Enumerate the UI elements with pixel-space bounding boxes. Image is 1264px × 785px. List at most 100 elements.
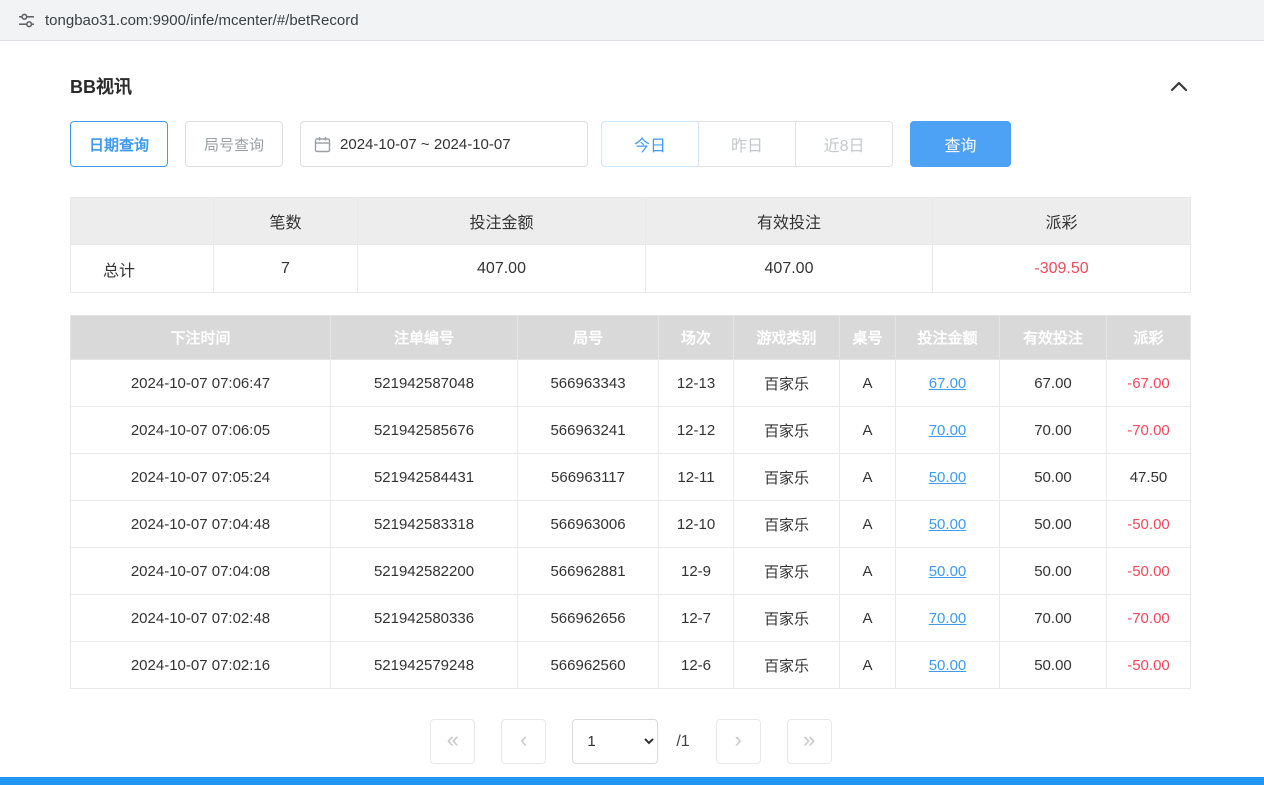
search-button[interactable]: 查询 xyxy=(910,121,1011,167)
page-title: BB视讯 xyxy=(70,73,132,99)
next-page-button[interactable]: › xyxy=(716,719,761,764)
round-id: 566963241 xyxy=(518,407,659,454)
bet-amount-link[interactable]: 50.00 xyxy=(929,657,967,674)
summary-header-count: 笔数 xyxy=(214,198,358,245)
payout: -50.00 xyxy=(1107,501,1191,548)
session: 12-6 xyxy=(659,642,734,689)
table-no: A xyxy=(840,454,896,501)
date-query-tab[interactable]: 日期查询 xyxy=(70,121,168,167)
yesterday-button[interactable]: 昨日 xyxy=(698,121,796,167)
header-payout: 派彩 xyxy=(1107,316,1191,360)
bet-amount-link[interactable]: 70.00 xyxy=(929,422,967,439)
header-order-id: 注单编号 xyxy=(331,316,518,360)
last-8-days-button[interactable]: 近8日 xyxy=(795,121,893,167)
browser-address-bar[interactable]: tongbao31.com:9900/infe/mcenter/#/betRec… xyxy=(0,0,1264,41)
table-no: A xyxy=(840,407,896,454)
round-id: 566962560 xyxy=(518,642,659,689)
session: 12-12 xyxy=(659,407,734,454)
valid-bet: 50.00 xyxy=(1000,454,1107,501)
valid-bet: 70.00 xyxy=(1000,595,1107,642)
filter-bar: 日期查询 局号查询 2024-10-07 ~ 2024-10-07 今日 昨日 … xyxy=(70,121,1192,167)
game-type: 百家乐 xyxy=(734,360,840,407)
table-no: A xyxy=(840,360,896,407)
bet-amount-cell: 70.00 xyxy=(896,407,1000,454)
quick-date-group: 今日 昨日 近8日 xyxy=(601,121,893,167)
valid-bet: 50.00 xyxy=(1000,501,1107,548)
order-id: 521942584431 xyxy=(331,454,518,501)
session: 12-9 xyxy=(659,548,734,595)
bet-time: 2024-10-07 07:06:47 xyxy=(71,360,331,407)
prev-page-button[interactable]: ‹ xyxy=(501,719,546,764)
bet-amount-link[interactable]: 50.00 xyxy=(929,563,967,580)
header-bet-amount: 投注金额 xyxy=(896,316,1000,360)
bet-amount-cell: 50.00 xyxy=(896,454,1000,501)
table-row: 2024-10-07 07:06:47 521942587048 5669633… xyxy=(71,360,1191,407)
summary-bet-amount: 407.00 xyxy=(358,245,646,293)
valid-bet: 67.00 xyxy=(1000,360,1107,407)
bet-amount-link[interactable]: 70.00 xyxy=(929,610,967,627)
calendar-icon xyxy=(314,136,331,153)
panel-header: BB视讯 xyxy=(70,73,1192,99)
url-text[interactable]: tongbao31.com:9900/infe/mcenter/#/betRec… xyxy=(45,12,359,29)
first-page-button[interactable]: « xyxy=(430,719,475,764)
round-id: 566963117 xyxy=(518,454,659,501)
game-type: 百家乐 xyxy=(734,501,840,548)
page-total-label: /1 xyxy=(676,733,689,751)
table-row: 2024-10-07 07:04:08 521942582200 5669628… xyxy=(71,548,1191,595)
bet-amount-link[interactable]: 50.00 xyxy=(929,469,967,486)
summary-table: 笔数 投注金额 有效投注 派彩 总计 7 407.00 407.00 -309.… xyxy=(70,197,1191,293)
valid-bet: 50.00 xyxy=(1000,548,1107,595)
table-no: A xyxy=(840,548,896,595)
order-id: 521942582200 xyxy=(331,548,518,595)
bet-time: 2024-10-07 07:06:05 xyxy=(71,407,331,454)
bet-amount-cell: 50.00 xyxy=(896,548,1000,595)
page-select[interactable]: 1 xyxy=(572,719,658,764)
date-range-picker[interactable]: 2024-10-07 ~ 2024-10-07 xyxy=(300,121,588,167)
last-page-button[interactable]: » xyxy=(787,719,832,764)
payout: -50.00 xyxy=(1107,548,1191,595)
table-no: A xyxy=(840,501,896,548)
summary-header-blank xyxy=(71,198,214,245)
header-game-type: 游戏类别 xyxy=(734,316,840,360)
valid-bet: 70.00 xyxy=(1000,407,1107,454)
valid-bet: 50.00 xyxy=(1000,642,1107,689)
table-row: 2024-10-07 07:02:16 521942579248 5669625… xyxy=(71,642,1191,689)
bet-time: 2024-10-07 07:05:24 xyxy=(71,454,331,501)
summary-header-row: 笔数 投注金额 有效投注 派彩 xyxy=(71,198,1191,245)
bet-time: 2024-10-07 07:04:08 xyxy=(71,548,331,595)
table-row: 2024-10-07 07:02:48 521942580336 5669626… xyxy=(71,595,1191,642)
header-session: 场次 xyxy=(659,316,734,360)
bet-amount-link[interactable]: 67.00 xyxy=(929,375,967,392)
today-button[interactable]: 今日 xyxy=(601,121,699,167)
session: 12-7 xyxy=(659,595,734,642)
summary-total-row: 总计 7 407.00 407.00 -309.50 xyxy=(71,245,1191,293)
payout: -70.00 xyxy=(1107,407,1191,454)
collapse-chevron-up-icon[interactable] xyxy=(1166,76,1192,96)
bet-time: 2024-10-07 07:04:48 xyxy=(71,501,331,548)
table-header-row: 下注时间 注单编号 局号 场次 游戏类别 桌号 投注金额 有效投注 派彩 xyxy=(71,316,1191,360)
bet-amount-cell: 70.00 xyxy=(896,595,1000,642)
header-valid-bet: 有效投注 xyxy=(1000,316,1107,360)
game-type: 百家乐 xyxy=(734,548,840,595)
summary-count: 7 xyxy=(214,245,358,293)
game-type: 百家乐 xyxy=(734,454,840,501)
table-row: 2024-10-07 07:04:48 521942583318 5669630… xyxy=(71,501,1191,548)
payout: -70.00 xyxy=(1107,595,1191,642)
game-type: 百家乐 xyxy=(734,642,840,689)
session: 12-11 xyxy=(659,454,734,501)
header-bet-time: 下注时间 xyxy=(71,316,331,360)
payout: 47.50 xyxy=(1107,454,1191,501)
game-type: 百家乐 xyxy=(734,407,840,454)
bet-amount-link[interactable]: 50.00 xyxy=(929,516,967,533)
order-id: 521942587048 xyxy=(331,360,518,407)
bet-amount-cell: 50.00 xyxy=(896,501,1000,548)
order-id: 521942580336 xyxy=(331,595,518,642)
date-range-value: 2024-10-07 ~ 2024-10-07 xyxy=(340,136,511,153)
round-query-tab[interactable]: 局号查询 xyxy=(185,121,283,167)
bet-time: 2024-10-07 07:02:16 xyxy=(71,642,331,689)
site-settings-icon[interactable] xyxy=(18,12,35,29)
summary-header-valid: 有效投注 xyxy=(646,198,933,245)
order-id: 521942579248 xyxy=(331,642,518,689)
bet-amount-cell: 50.00 xyxy=(896,642,1000,689)
round-id: 566963006 xyxy=(518,501,659,548)
